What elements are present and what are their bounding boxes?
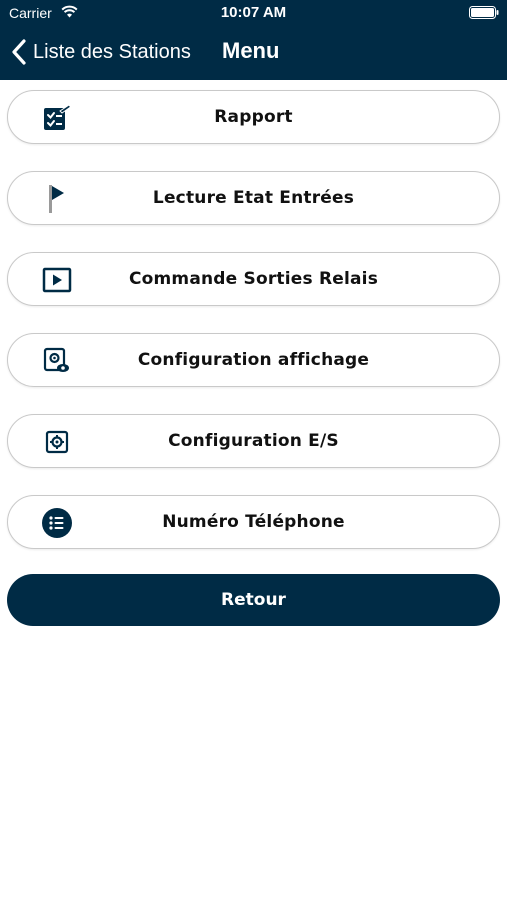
nav-bar: Liste des Stations Menu xyxy=(0,27,507,80)
menu-item-rapport[interactable]: Rapport xyxy=(7,90,500,144)
status-bar: Carrier 10:07 AM xyxy=(0,0,507,27)
retour-label: Retour xyxy=(221,590,286,610)
page-title: Menu xyxy=(222,38,280,63)
header: Carrier 10:07 AM Liste des Stations Menu xyxy=(0,0,507,80)
menu-item-label: Lecture Etat Entrées xyxy=(152,188,355,208)
menu-item-label: Commande Sorties Relais xyxy=(128,269,379,289)
chevron-left-icon xyxy=(12,39,26,65)
menu-item-lecture-etat-entrees[interactable]: Lecture Etat Entrées xyxy=(7,171,500,225)
menu-item-numero-telephone[interactable]: Numéro Téléphone xyxy=(7,495,500,549)
back-button[interactable]: Liste des Stations xyxy=(11,37,191,67)
menu-item-commande-sorties-relais[interactable]: Commande Sorties Relais xyxy=(7,252,500,306)
menu-item-label: Configuration E/S xyxy=(168,431,339,451)
menu-item-label: Rapport xyxy=(214,107,293,127)
menu-item-label: Configuration affichage xyxy=(137,350,370,370)
retour-button[interactable]: Retour xyxy=(7,574,500,626)
menu-item-configuration-es[interactable]: Configuration E/S xyxy=(7,414,500,468)
menu-item-configuration-affichage[interactable]: Configuration affichage xyxy=(7,333,500,387)
battery-icon xyxy=(469,6,499,19)
back-label: Liste des Stations xyxy=(33,40,191,63)
menu-item-label: Numéro Téléphone xyxy=(162,512,345,532)
status-time: 10:07 AM xyxy=(220,4,287,21)
